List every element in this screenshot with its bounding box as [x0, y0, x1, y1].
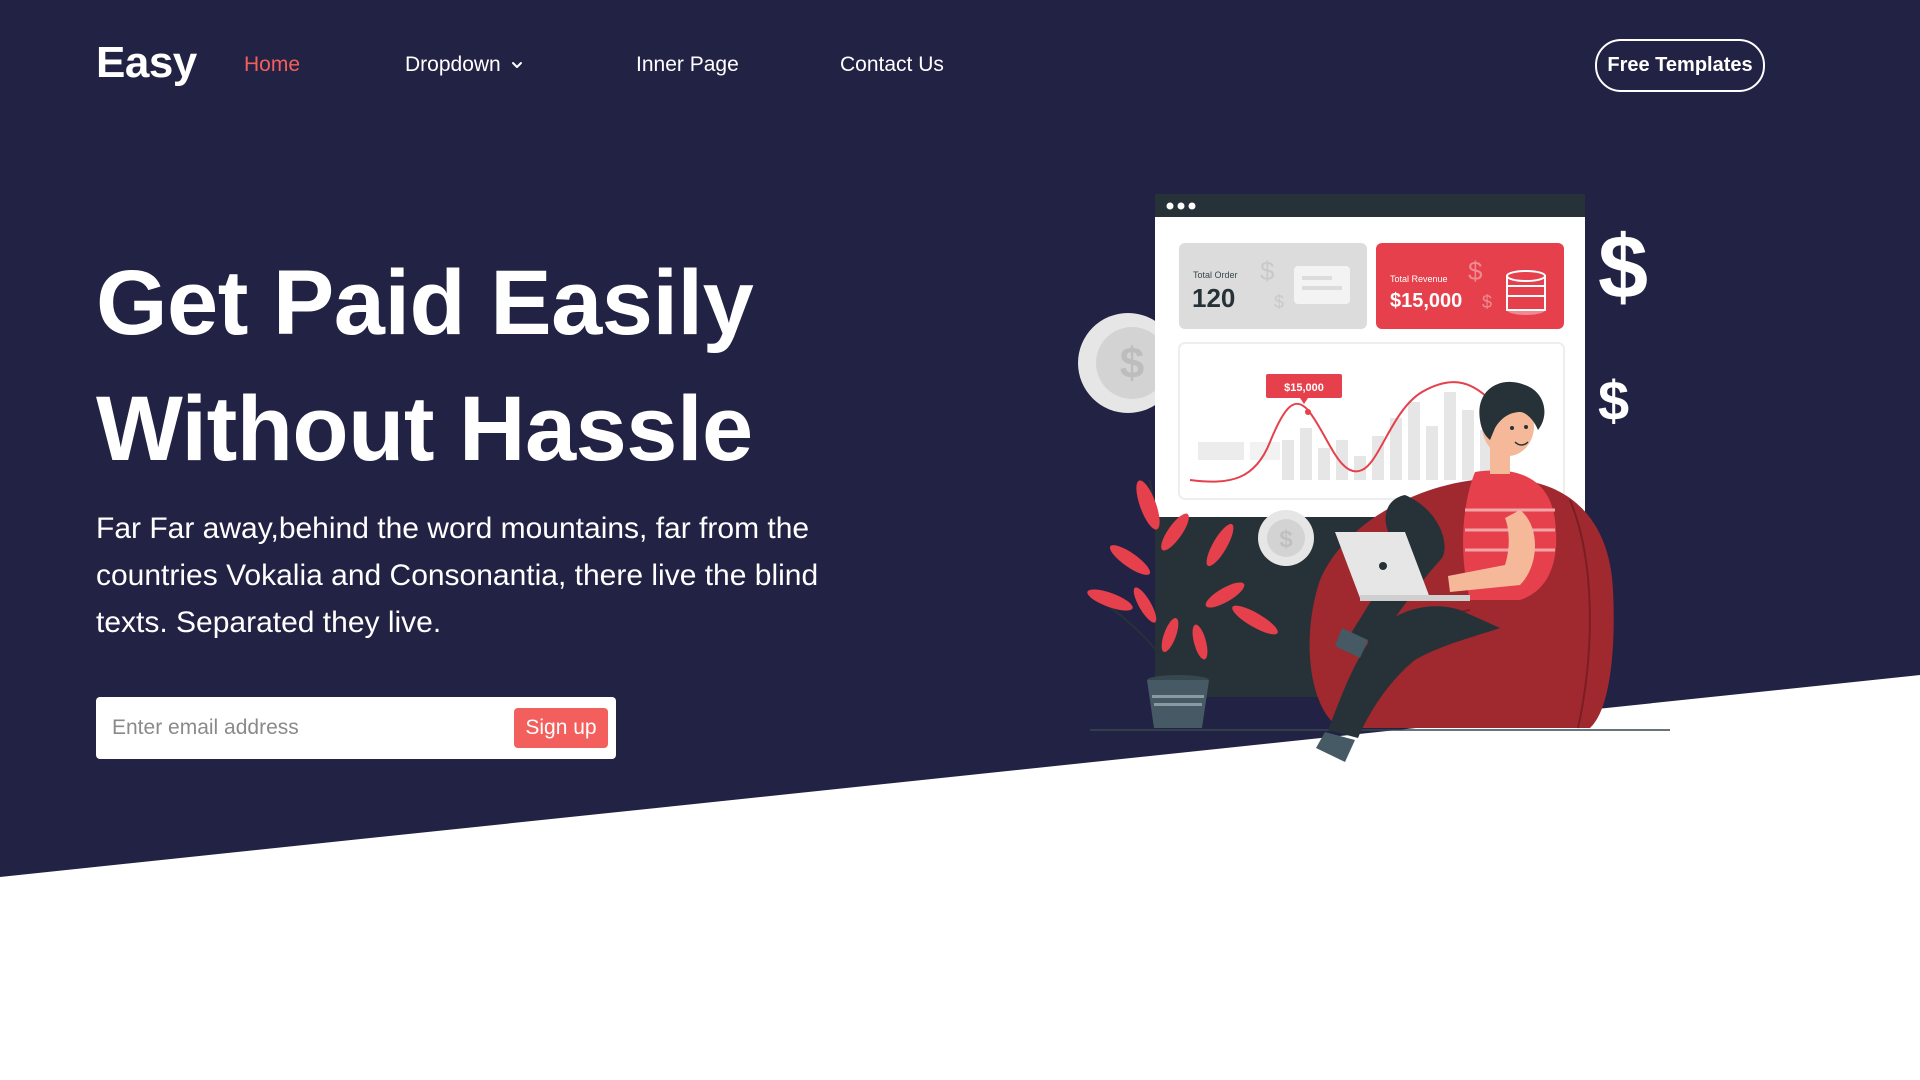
dollar-icon: $	[1598, 218, 1648, 318]
dollar-icon: $	[1598, 369, 1629, 432]
logo[interactable]: Easy	[96, 38, 197, 88]
nav-item-contact-us[interactable]: Contact Us	[840, 53, 944, 77]
svg-text:Total Order: Total Order	[1193, 270, 1238, 280]
coins-stack-icon	[1506, 270, 1546, 315]
hero-title-line-2: Without Hassle	[96, 378, 753, 480]
coin-icon: $	[1258, 510, 1314, 566]
svg-text:$15,000: $15,000	[1284, 382, 1324, 394]
svg-text:$: $	[1279, 526, 1293, 553]
svg-text:$: $	[1482, 292, 1492, 312]
navbar: Easy Home Dropdown Inner Page Contact Us…	[0, 0, 1920, 130]
hero-illustration: $ Total Order 120 $ $ Total Revenue $15,…	[1078, 194, 1670, 762]
svg-text:$: $	[1260, 256, 1275, 286]
svg-text:Total Revenue: Total Revenue	[1390, 274, 1448, 284]
nav-item-dropdown[interactable]: Dropdown	[405, 53, 523, 77]
sign-up-button[interactable]: Sign up	[514, 708, 608, 748]
email-input[interactable]	[112, 707, 492, 749]
svg-text:$: $	[1468, 256, 1483, 286]
signup-form: Sign up	[96, 697, 616, 759]
hero-title-line-1: Get Paid Easily	[96, 252, 754, 354]
free-templates-button[interactable]: Free Templates	[1595, 39, 1765, 92]
svg-text:120: 120	[1192, 283, 1235, 313]
nav-item-home[interactable]: Home	[244, 53, 300, 77]
svg-text:$: $	[1274, 292, 1284, 312]
chevron-down-icon	[511, 62, 522, 68]
nav-item-inner-page[interactable]: Inner Page	[636, 53, 739, 77]
hero-subtitle: Far Far away,behind the word mountains, …	[96, 512, 819, 639]
svg-text:$: $	[1120, 339, 1144, 388]
svg-text:$15,000: $15,000	[1390, 290, 1462, 312]
nav-item-dropdown-label: Dropdown	[405, 53, 501, 76]
hero-title: Get Paid Easily Without Hassle	[96, 240, 916, 492]
